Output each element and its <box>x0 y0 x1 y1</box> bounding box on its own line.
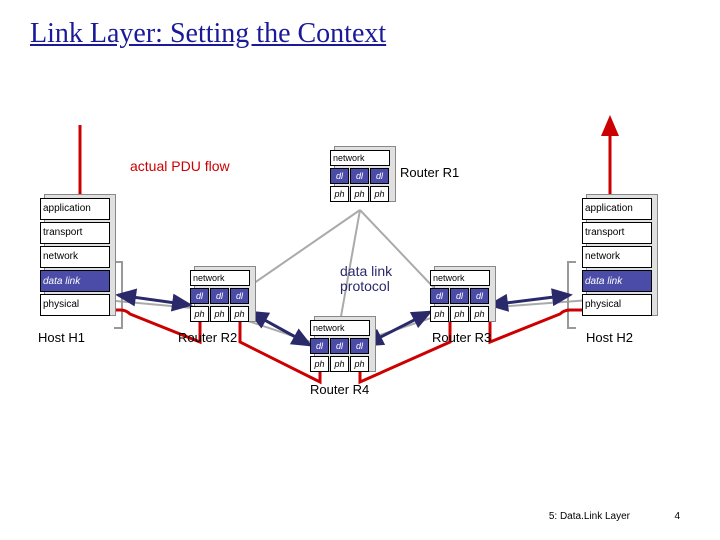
h2-transport: transport <box>582 222 652 244</box>
r4-network: network <box>310 320 370 336</box>
network-diagram: application transport network data link … <box>0 0 720 540</box>
r4-ph1: ph <box>310 356 329 372</box>
h2-network: network <box>582 246 652 268</box>
h1-transport: transport <box>40 222 110 244</box>
r3-dl2: dl <box>450 288 469 304</box>
footer-chapter: 5: Data.Link Layer <box>549 511 630 522</box>
r1-network: network <box>330 150 390 166</box>
r2-ph2: ph <box>210 306 229 322</box>
r1-ph3: ph <box>370 186 389 202</box>
r3-ph2: ph <box>450 306 469 322</box>
r3-dl3: dl <box>470 288 489 304</box>
r4-dl1: dl <box>310 338 329 354</box>
r2-dl3: dl <box>230 288 249 304</box>
r1-dl2: dl <box>350 168 369 184</box>
r2-dl1: dl <box>190 288 209 304</box>
r4-ph3: ph <box>350 356 369 372</box>
label-host-h1: Host H1 <box>38 330 85 345</box>
label-pdu-flow: actual PDU flow <box>130 158 230 174</box>
r2-ph3: ph <box>230 306 249 322</box>
r4-dl2: dl <box>330 338 349 354</box>
r2-dl2: dl <box>210 288 229 304</box>
label-dl-protocol-text: data link protocol <box>340 264 400 295</box>
h1-physical: physical <box>40 294 110 316</box>
label-router-r3: Router R3 <box>432 330 491 345</box>
h1-application: application <box>40 198 110 220</box>
r3-ph3: ph <box>470 306 489 322</box>
h2-application: application <box>582 198 652 220</box>
r4-ph2: ph <box>330 356 349 372</box>
h1-network: network <box>40 246 110 268</box>
footer-page-number: 4 <box>674 511 680 522</box>
r2-ph1: ph <box>190 306 209 322</box>
r1-dl1: dl <box>330 168 349 184</box>
h2-physical: physical <box>582 294 652 316</box>
r1-ph2: ph <box>350 186 369 202</box>
h2-datalink: data link <box>582 270 652 292</box>
r4-dl3: dl <box>350 338 369 354</box>
r3-ph1: ph <box>430 306 449 322</box>
label-router-r2: Router R2 <box>178 330 237 345</box>
label-router-r4: Router R4 <box>310 382 369 397</box>
label-router-r1: Router R1 <box>400 165 459 180</box>
r2-network: network <box>190 270 250 286</box>
label-host-h2: Host H2 <box>586 330 633 345</box>
h1-datalink: data link <box>40 270 110 292</box>
r3-network: network <box>430 270 490 286</box>
r1-ph1: ph <box>330 186 349 202</box>
label-dl-protocol: data link protocol <box>340 264 400 295</box>
r1-dl3: dl <box>370 168 389 184</box>
r3-dl1: dl <box>430 288 449 304</box>
